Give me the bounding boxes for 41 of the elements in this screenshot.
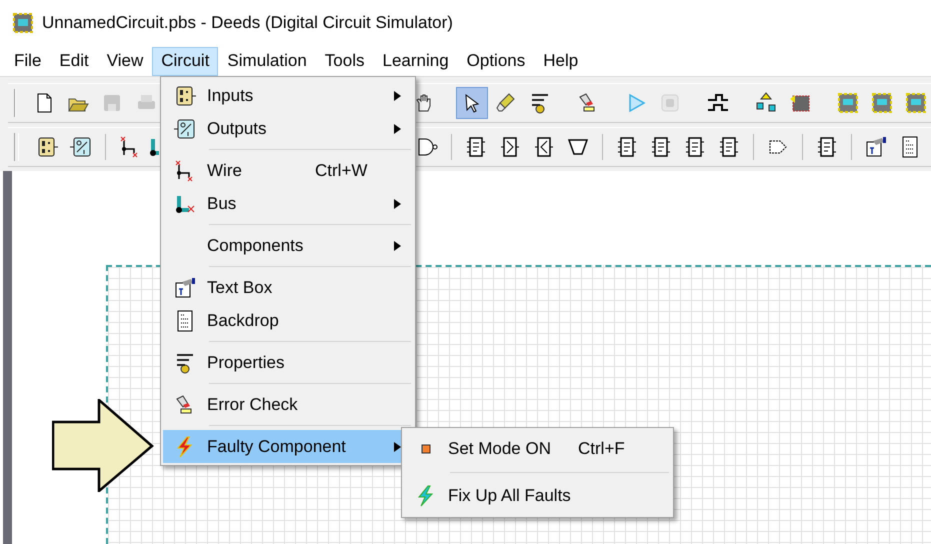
menu-item[interactable]: Error Check (163, 388, 413, 421)
ic-icon (815, 135, 839, 159)
menu-title[interactable]: Help (534, 46, 588, 76)
ic-icon (683, 135, 707, 159)
menu-item[interactable]: Text Box (163, 271, 413, 304)
shortcut-label: Ctrl+F (578, 439, 625, 459)
menu-title[interactable]: Circuit (152, 46, 218, 76)
ic-icon (717, 135, 741, 159)
menu-title[interactable]: File (5, 46, 50, 76)
menu-item[interactable]: Bus (163, 187, 413, 220)
pointing-arrow-icon (52, 399, 154, 492)
buffer-icon (498, 135, 522, 159)
menu-item[interactable]: Backdrop (163, 304, 413, 337)
chip-icon (904, 91, 928, 115)
menu-title[interactable]: Options (458, 46, 534, 76)
output-display-icon (69, 135, 93, 159)
window-title: UnnamedCircuit.pbs - Deeds (Digital Circuit Simulator) (42, 13, 453, 33)
menu-item[interactable]: Components (163, 229, 413, 262)
menu-title[interactable]: Tools (316, 46, 374, 76)
menu-item[interactable]: Properties (163, 346, 413, 379)
menu-title[interactable]: View (98, 46, 152, 76)
app-icon (12, 12, 34, 34)
shortcut-label: Ctrl+W (315, 160, 368, 180)
bus-icon (150, 136, 158, 158)
text-box-icon (173, 276, 197, 300)
menu-item[interactable]: Outputs (163, 112, 413, 145)
menu-item[interactable]: Inputs (163, 79, 413, 112)
buffer-icon (532, 135, 556, 159)
menu-title[interactable]: Learning (373, 46, 458, 76)
chip-icon (870, 91, 894, 115)
toolbar-button[interactable] (456, 87, 488, 119)
output-display-icon (173, 116, 197, 140)
text-box-icon (864, 135, 888, 159)
ic-icon (464, 135, 488, 159)
menu-item[interactable]: Wire Ctrl+W (163, 154, 413, 187)
ic-icon (649, 135, 673, 159)
menu-item[interactable]: Fix Up All Faults (404, 477, 671, 515)
menu-title[interactable]: Edit (50, 46, 98, 76)
menu-title[interactable]: Simulation (218, 46, 316, 76)
chip-icon (836, 91, 860, 115)
ic-icon (615, 135, 639, 159)
